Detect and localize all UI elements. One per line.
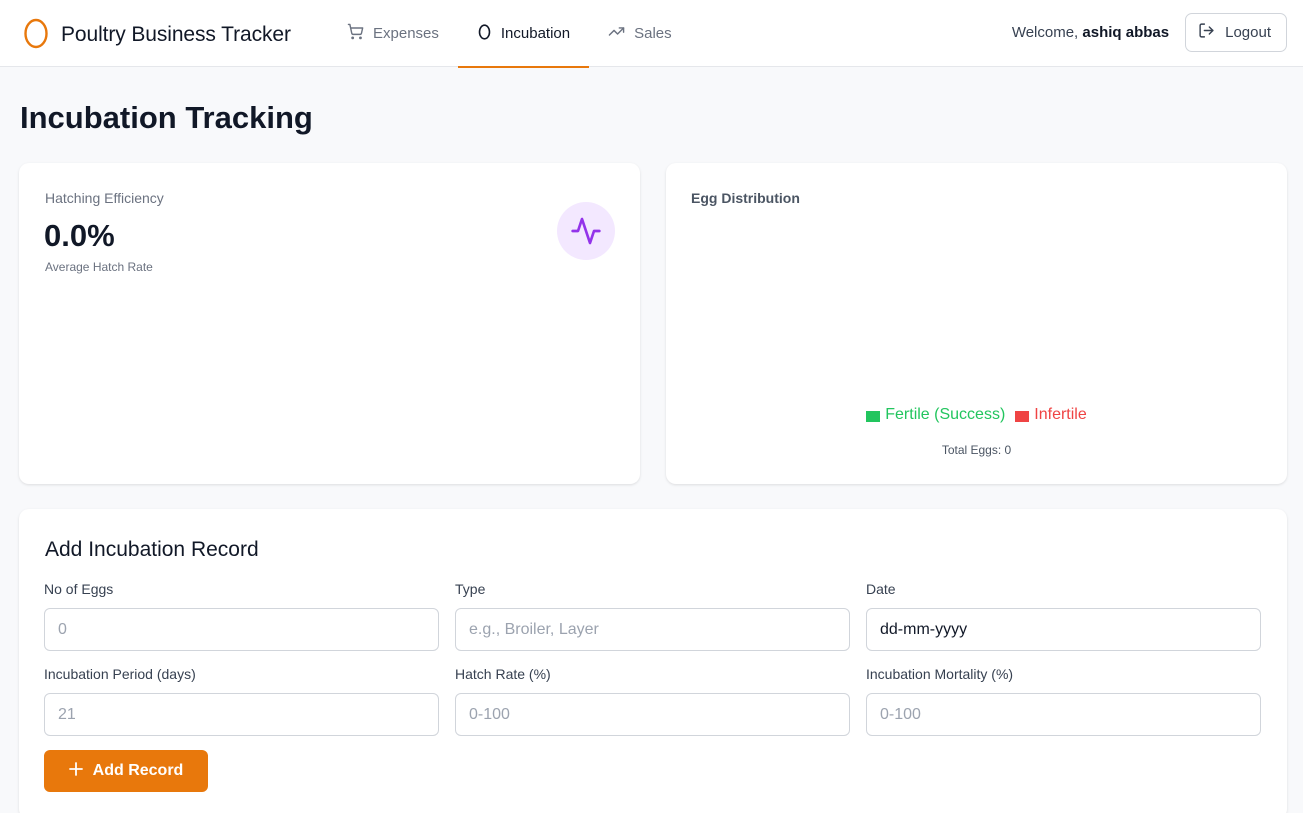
welcome-text: Welcome, ashiq abbas <box>1011 24 1170 41</box>
brand[interactable]: Poultry Business Tracker <box>23 16 291 54</box>
field-date: Date <box>866 581 1261 651</box>
nav-tab-incubation[interactable]: Incubation <box>457 0 590 68</box>
trending-up-icon <box>608 23 634 44</box>
legend-item-infertile[interactable]: Infertile <box>1015 406 1087 424</box>
add-record-button[interactable]: Add Record <box>44 750 208 792</box>
eggs-count-input[interactable] <box>44 608 439 651</box>
hatch-rate-input[interactable] <box>455 693 850 736</box>
top-navbar: Poultry Business Tracker Expenses Incuba… <box>0 0 1303 68</box>
type-input[interactable] <box>455 608 850 651</box>
cart-icon <box>347 23 373 44</box>
mortality-input[interactable] <box>866 693 1261 736</box>
field-label: Hatch Rate (%) <box>455 666 551 682</box>
legend-item-fertile[interactable]: Fertile (Success) <box>866 406 1005 424</box>
page-title: Incubation Tracking <box>20 100 313 135</box>
egg-icon <box>477 23 501 44</box>
field-incubation-period: Incubation Period (days) <box>44 666 439 736</box>
legend-label-infertile: Infertile <box>1034 406 1087 423</box>
nav-tab-sales[interactable]: Sales <box>589 0 691 67</box>
egg-logo-icon <box>23 16 49 54</box>
nav-tab-label: Expenses <box>373 25 439 42</box>
legend-label-fertile: Fertile (Success) <box>885 406 1006 423</box>
field-label: Date <box>866 581 896 597</box>
app-title: Poultry Business Tracker <box>61 23 291 46</box>
chart-legend: Fertile (Success) Infertile <box>666 406 1287 424</box>
hatching-efficiency-card: Hatching Efficiency 0.0% Average Hatch R… <box>19 163 640 484</box>
logout-button[interactable]: Logout <box>1185 13 1287 52</box>
field-label: Incubation Mortality (%) <box>866 666 1014 682</box>
total-eggs: Total Eggs: 0 <box>941 443 1012 457</box>
activity-icon <box>557 202 615 260</box>
incubation-period-input[interactable] <box>44 693 439 736</box>
efficiency-subtext: Average Hatch Rate <box>45 260 153 274</box>
nav-tab-label: Incubation <box>500 25 571 42</box>
field-label: Type <box>455 581 486 597</box>
legend-swatch-fertile <box>866 410 881 422</box>
field-incubation-mortality: Incubation Mortality (%) <box>866 666 1261 736</box>
field-no-of-eggs: No of Eggs <box>44 581 439 651</box>
efficiency-label: Hatching Efficiency <box>45 190 164 206</box>
field-hatch-rate: Hatch Rate (%) <box>455 666 850 736</box>
user-box: Welcome, ashiq abbas Logout <box>1012 13 1287 52</box>
distribution-title: Egg Distribution <box>691 190 800 206</box>
field-type: Type <box>455 581 850 651</box>
form-title: Add Incubation Record <box>45 538 259 561</box>
nav-tab-label: Sales <box>634 25 672 42</box>
user-name: ashiq abbas <box>1082 24 1170 41</box>
field-label: No of Eggs <box>44 581 114 597</box>
field-label: Incubation Period (days) <box>44 666 196 682</box>
legend-swatch-infertile <box>1015 410 1030 422</box>
logout-label: Logout <box>1225 24 1271 41</box>
main-nav: Expenses Incubation Sales <box>328 0 691 68</box>
add-record-card: Add Incubation Record No of Eggs Type Da… <box>19 509 1287 813</box>
efficiency-value: 0.0% <box>44 218 115 253</box>
date-input[interactable] <box>866 608 1261 651</box>
logout-icon <box>1198 22 1225 43</box>
egg-distribution-card: Egg Distribution Fertile (Success) Infer… <box>666 163 1287 484</box>
nav-tab-expenses[interactable]: Expenses <box>328 0 458 67</box>
plus-icon <box>68 761 93 781</box>
add-record-label: Add Record <box>92 762 184 779</box>
